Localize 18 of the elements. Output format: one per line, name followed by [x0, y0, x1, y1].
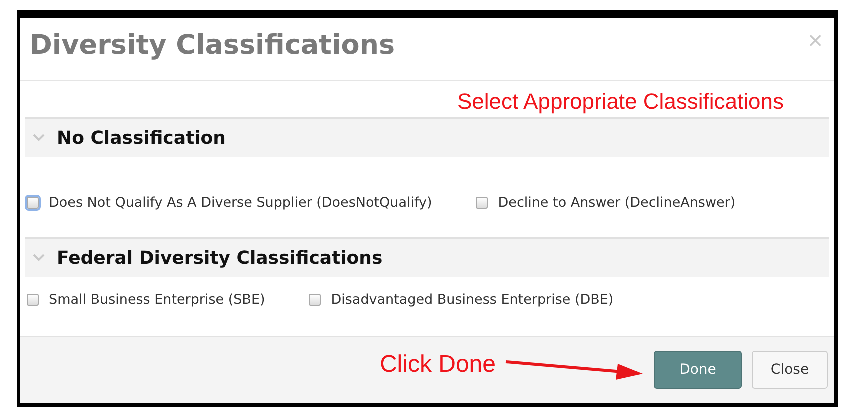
option-label: Decline to Answer (DeclineAnswer) — [498, 195, 736, 211]
option-label: Disadvantaged Business Enterprise (DBE) — [331, 292, 614, 308]
checkbox[interactable] — [27, 294, 39, 306]
section-header[interactable]: Federal Diversity Classifications — [25, 237, 829, 277]
dialog-title: Diversity Classifications — [30, 30, 396, 61]
section-title: No Classification — [57, 128, 226, 148]
checkbox[interactable] — [309, 294, 322, 306]
arrow-icon — [504, 358, 644, 382]
section-header[interactable]: No Classification — [25, 117, 829, 157]
pointer-annotation: Click Done — [380, 351, 496, 379]
done-button[interactable]: Done — [654, 351, 742, 389]
instruction-annotation: Select Appropriate Classifications — [458, 89, 784, 116]
section-title: Federal Diversity Classifications — [57, 248, 383, 268]
checkbox[interactable] — [27, 197, 39, 209]
close-button[interactable]: Close — [752, 351, 828, 389]
checkbox[interactable] — [476, 197, 488, 209]
option-label: Small Business Enterprise (SBE) — [49, 292, 266, 308]
option-label: Does Not Qualify As A Diverse Supplier (DoesNotQualify) — [49, 195, 432, 211]
